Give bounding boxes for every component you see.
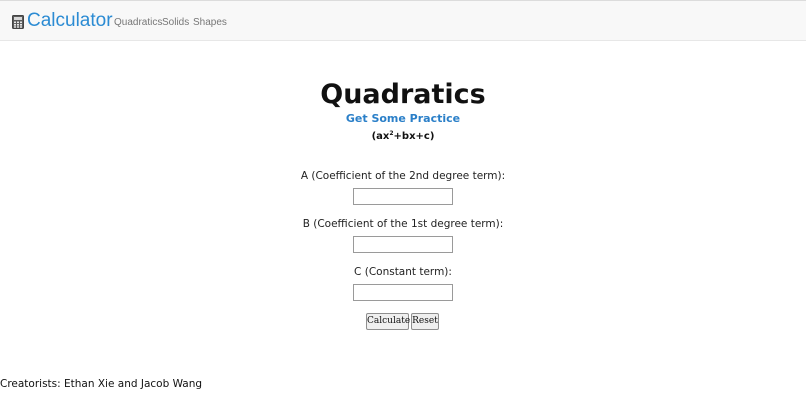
reset-button[interactable]: Reset <box>411 313 439 330</box>
field-label-a: A (Coefficient of the 2nd degree term): <box>300 170 506 182</box>
practice-link[interactable]: Get Some Practice <box>0 112 806 126</box>
nav-link-solids[interactable]: Solids <box>162 17 189 29</box>
navbar: Calculator Quadratics Solids Shapes <box>0 0 806 41</box>
formula-prefix: (ax <box>371 131 390 142</box>
coefficient-a-input[interactable] <box>353 188 453 205</box>
credits-text: Creatorists: Ethan Xie and Jacob Wang <box>0 378 203 390</box>
calculate-button[interactable]: Calculate <box>366 313 410 330</box>
brand-label: Calculator <box>27 10 113 31</box>
formula-suffix: +bx+c) <box>393 131 435 142</box>
nav-link-quadratics[interactable]: Quadratics <box>114 17 162 29</box>
field-label-c: C (Constant term): <box>354 266 452 278</box>
formula: (ax2+bx+c) <box>0 127 806 144</box>
nav-link-shapes[interactable]: Shapes <box>193 17 227 29</box>
page-title: Quadratics <box>320 79 486 110</box>
calculator-icon <box>12 14 24 29</box>
field-label-b: B (Coefficient of the 1st degree term): <box>302 218 504 230</box>
coefficient-b-input[interactable] <box>353 236 453 253</box>
main-content: Quadratics Get Some Practice (ax2+bx+c) … <box>0 41 806 395</box>
brand-link[interactable]: Calculator <box>12 10 113 32</box>
constant-c-input[interactable] <box>353 284 453 301</box>
